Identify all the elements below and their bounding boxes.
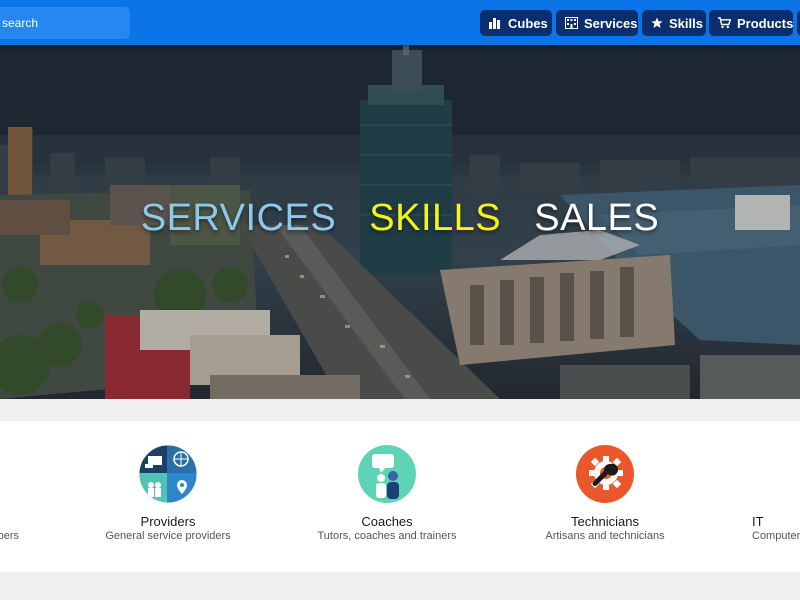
search-box[interactable] — [0, 7, 130, 39]
category-subtitle: bers — [0, 530, 19, 542]
star-icon — [651, 17, 663, 28]
category-title: Providers — [140, 514, 196, 529]
hero-word-skills: SKILLS — [369, 197, 502, 239]
hero-title: SERVICES SKILLS SALES — [0, 197, 800, 240]
nav-cubes-button[interactable]: Cubes — [480, 10, 552, 36]
nav-cubes-label: Cubes — [508, 15, 548, 31]
coach-person-icon — [357, 444, 417, 504]
nav-services-button[interactable]: Services — [556, 10, 638, 36]
category-subtitle: Tutors, coaches and trainers — [317, 530, 457, 542]
wrench-gear-icon — [575, 444, 635, 504]
categories-section: bers Providers General service providers… — [0, 421, 800, 572]
bar-chart-icon — [489, 18, 500, 29]
category-title: Coaches — [361, 514, 413, 529]
top-navbar: Cubes Services Skills Products — [0, 0, 800, 45]
hero-banner: SERVICES SKILLS SALES — [0, 45, 800, 399]
nav-products-label: Products — [737, 15, 794, 31]
search-input[interactable] — [2, 7, 122, 39]
nav-products-button[interactable]: Products — [709, 10, 793, 36]
providers-collage-icon — [138, 444, 198, 504]
category-subtitle: Computer — [752, 530, 800, 542]
nav-skills-button[interactable]: Skills — [642, 10, 706, 36]
shopping-cart-icon — [718, 17, 731, 29]
building-icon — [565, 17, 578, 29]
nav-skills-label: Skills — [669, 15, 703, 31]
category-title: Technicians — [571, 514, 639, 529]
hero-word-services: SERVICES — [140, 197, 337, 239]
hero-word-sales: SALES — [534, 197, 660, 239]
nav-services-label: Services — [584, 15, 638, 31]
category-title: IT — [752, 514, 764, 529]
category-subtitle: Artisans and technicians — [545, 530, 665, 542]
category-subtitle: General service providers — [105, 530, 231, 542]
